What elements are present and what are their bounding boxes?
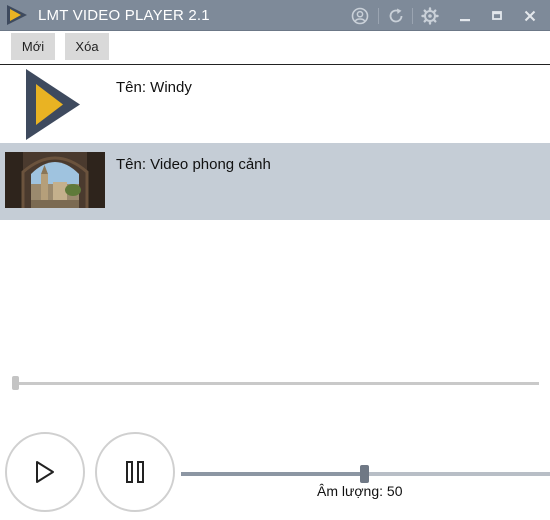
volume-thumb[interactable] xyxy=(360,465,369,483)
list-item[interactable]: Tên: Windy xyxy=(0,66,550,143)
volume-track-filled[interactable] xyxy=(181,472,365,476)
gear-icon[interactable] xyxy=(420,6,440,26)
pause-icon xyxy=(126,461,144,483)
pause-button[interactable] xyxy=(95,432,175,512)
item-name: Tên: Video phong cảnh xyxy=(116,156,271,173)
seek-track[interactable] xyxy=(12,382,539,385)
item-name: Tên: Windy xyxy=(116,79,192,96)
close-icon[interactable] xyxy=(520,6,540,26)
volume-label: Âm lượng: 50 xyxy=(317,483,403,499)
maximize-icon[interactable] xyxy=(487,6,507,26)
play-icon xyxy=(36,461,54,483)
refresh-icon[interactable] xyxy=(386,6,406,26)
playlist: Tên: Windy Tên: Video phong cảnh xyxy=(0,66,550,366)
user-circle-icon[interactable] xyxy=(350,6,370,26)
title-separator xyxy=(378,8,379,24)
title-bar: LMT VIDEO PLAYER 2.1 xyxy=(0,0,550,31)
play-button[interactable] xyxy=(5,432,85,512)
play-logo-icon xyxy=(7,5,27,25)
list-item[interactable]: Tên: Video phong cảnh xyxy=(0,143,550,220)
title-separator xyxy=(412,8,413,24)
play-logo-icon xyxy=(26,69,80,140)
volume-track[interactable] xyxy=(365,472,550,476)
new-button[interactable]: Mới xyxy=(11,33,55,60)
delete-button[interactable]: Xóa xyxy=(65,33,109,60)
seek-thumb[interactable] xyxy=(12,376,19,390)
minimize-icon[interactable] xyxy=(455,6,475,26)
window-title: LMT VIDEO PLAYER 2.1 xyxy=(38,7,210,24)
landscape-thumbnail xyxy=(5,152,105,208)
toolbar: Mới Xóa xyxy=(0,31,550,65)
